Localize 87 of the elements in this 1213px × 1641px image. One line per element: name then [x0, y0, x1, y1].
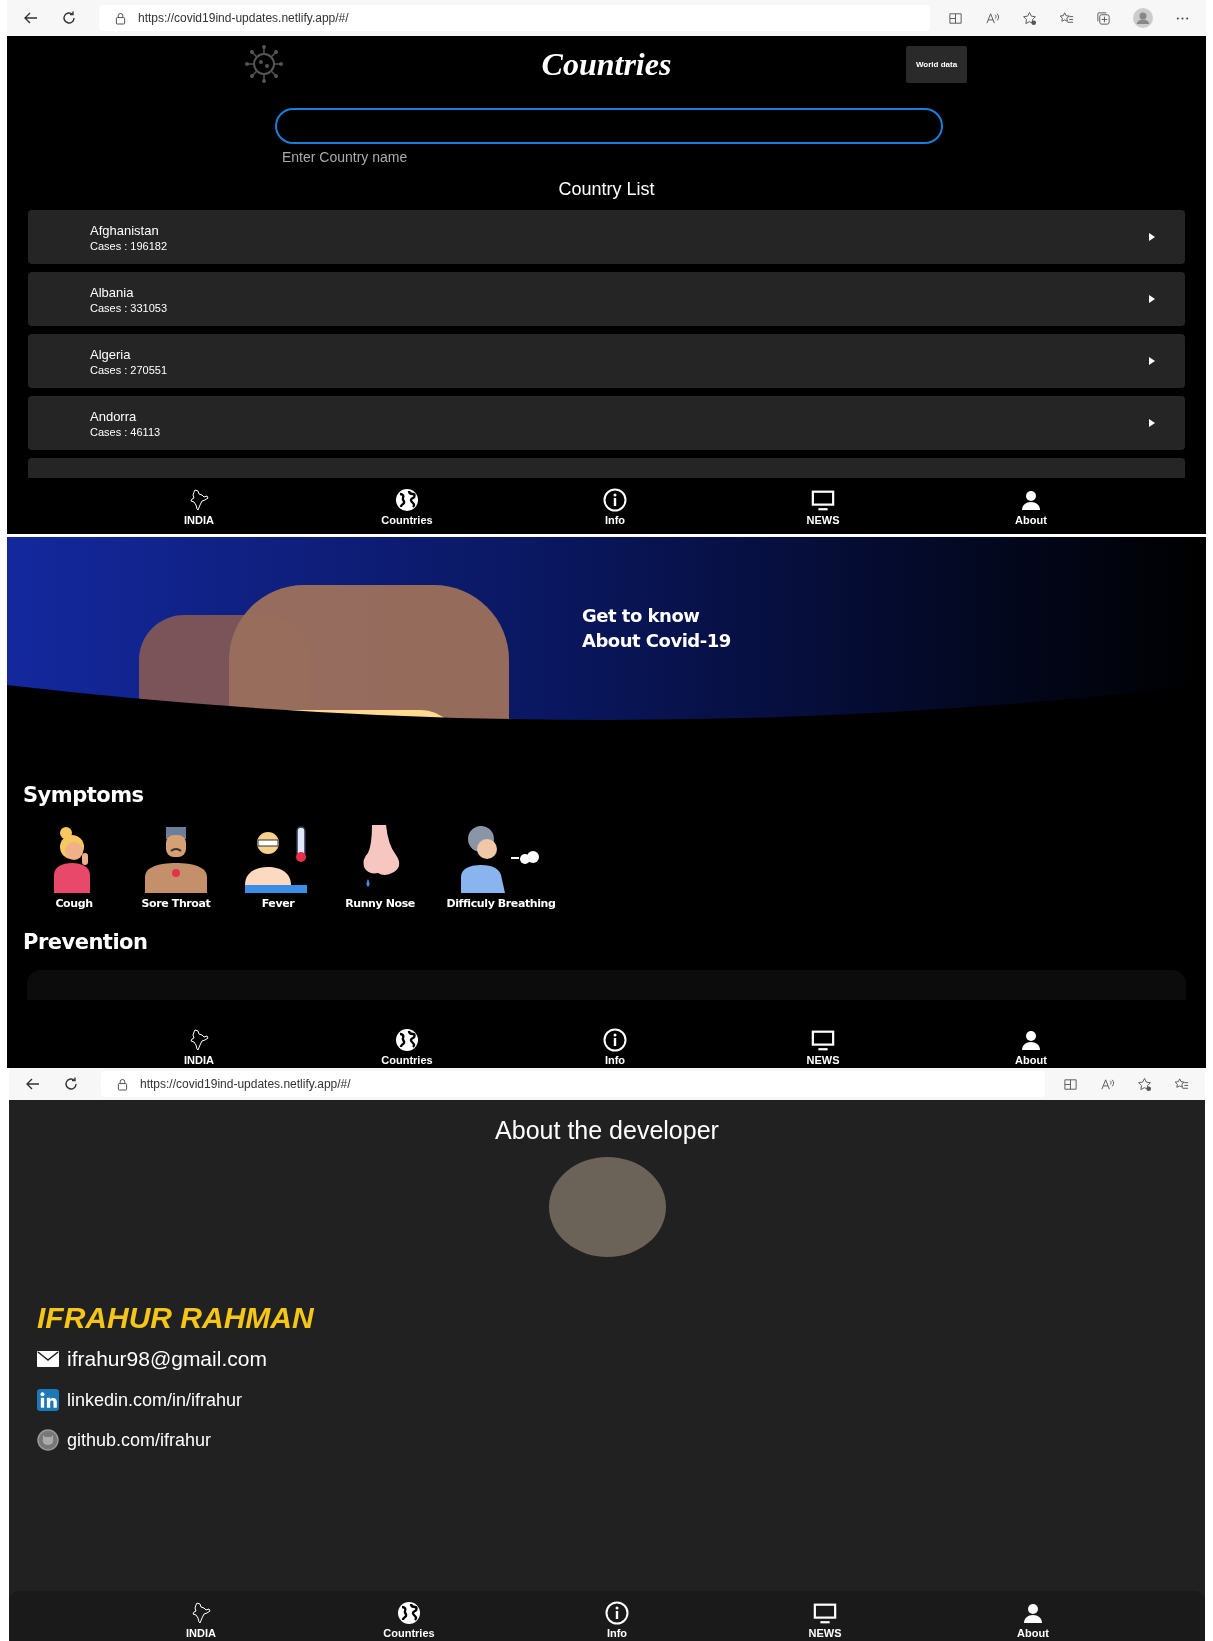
address-field[interactable]: https://covid19ind-updates.netlify.app/#/	[99, 5, 930, 31]
about-heading: About the developer	[494, 1116, 720, 1145]
nav-tab[interactable]: Info	[511, 1018, 719, 1068]
contact-link[interactable]: github.com/ifrahur	[67, 1429, 212, 1451]
country-row[interactable]: Algeria Cases : 270551	[28, 334, 1185, 388]
add-favorite-icon[interactable]	[1137, 1076, 1152, 1092]
nav-tab[interactable]: INDIA	[95, 478, 303, 528]
globe-icon	[395, 488, 419, 512]
caret-icon	[1149, 357, 1155, 365]
symptom-label: Runny Nose	[345, 897, 415, 910]
case-count: Cases : 270551	[90, 363, 168, 376]
nav-tab[interactable]: INDIA	[97, 1591, 305, 1641]
nav-tab[interactable]: About	[927, 1018, 1135, 1068]
person-icon	[1019, 488, 1043, 512]
nav-tab[interactable]: Info	[511, 478, 719, 528]
nav-tab[interactable]: NEWS	[721, 1591, 929, 1641]
nav-tab[interactable]: Info	[513, 1591, 721, 1641]
india-map-icon	[189, 1601, 213, 1625]
section-heading: Symptoms	[23, 783, 145, 807]
nav-tab[interactable]: About	[929, 1591, 1137, 1641]
refresh-icon[interactable]	[63, 1076, 79, 1092]
hero-heading: About Covid-19	[582, 630, 731, 651]
monitor-icon	[813, 1601, 837, 1625]
read-aloud-icon[interactable]	[985, 10, 1000, 26]
nav-tab[interactable]: NEWS	[719, 1018, 927, 1068]
symptom-label: Cough	[55, 897, 93, 910]
info-icon	[605, 1601, 629, 1625]
address-field[interactable]: https://covid19ind-updates.netlify.app/#/	[101, 1071, 1045, 1097]
back-icon[interactable]	[23, 10, 39, 26]
info-icon	[603, 1028, 627, 1052]
split-screen-icon[interactable]	[948, 10, 963, 26]
refresh-icon[interactable]	[61, 10, 77, 26]
case-count: Cases : 331053	[90, 301, 168, 314]
country-row[interactable]: Albania Cases : 331053	[28, 272, 1185, 326]
split-screen-icon[interactable]	[1063, 1076, 1078, 1092]
country-name: Albania	[90, 284, 135, 300]
country-row[interactable]: Afghanistan Cases : 196182	[28, 210, 1185, 264]
linkedin-logo-icon	[37, 1389, 59, 1411]
nav-tab[interactable]: NEWS	[719, 478, 927, 528]
globe-icon	[395, 1028, 419, 1052]
nav-tab[interactable]: Countries	[303, 478, 511, 528]
envelope-icon	[37, 1348, 59, 1370]
symptom-label: Difficuly Breathing	[446, 897, 556, 910]
world-data-button[interactable]: World data	[906, 45, 967, 83]
contact-link[interactable]: linkedin.com/in/ifrahur	[67, 1389, 243, 1411]
caret-icon	[1149, 295, 1155, 303]
caret-icon	[1149, 419, 1155, 427]
list-title: Country List	[557, 179, 656, 200]
country-name: Andorra	[90, 408, 138, 424]
lock-icon	[115, 11, 126, 25]
collections-icon[interactable]	[1096, 10, 1111, 26]
symptom-label: Fever	[261, 897, 295, 910]
add-favorite-icon[interactable]	[1022, 10, 1037, 26]
nav-tab[interactable]: About	[927, 478, 1135, 528]
india-map-icon	[187, 488, 211, 512]
lock-icon	[117, 1077, 128, 1091]
person-icon	[1019, 1028, 1043, 1052]
search-field[interactable]	[275, 108, 943, 144]
person-icon	[1021, 1601, 1045, 1625]
hero-heading: Get to know	[582, 605, 701, 626]
section-heading: Prevention	[23, 930, 149, 954]
contact-link[interactable]: ifrahur98@gmail.com	[67, 1347, 267, 1371]
case-count: Cases : 196182	[90, 239, 168, 252]
virus-icon	[244, 44, 284, 84]
symptom-label: Sore Throat	[141, 897, 211, 910]
info-icon	[603, 488, 627, 512]
case-count: Cases : 46113	[90, 425, 161, 438]
country-row[interactable]: Andorra Cases : 46113	[28, 396, 1185, 450]
nav-tab[interactable]: Countries	[305, 1591, 513, 1641]
monitor-icon	[811, 488, 835, 512]
nav-tab[interactable]: Countries	[303, 1018, 511, 1068]
page-title: Countries	[541, 45, 672, 83]
india-map-icon	[187, 1028, 211, 1052]
nav-tab[interactable]: INDIA	[95, 1018, 303, 1068]
search-label: Enter Country name	[282, 149, 409, 165]
read-aloud-icon[interactable]	[1100, 1076, 1115, 1092]
github-logo-icon	[37, 1429, 59, 1451]
globe-icon	[397, 1601, 421, 1625]
developer-name: IFRAHUR RAHMAN	[37, 1301, 315, 1335]
profile-avatar-icon[interactable]	[1133, 8, 1153, 28]
favorites-icon[interactable]	[1059, 10, 1074, 26]
caret-icon	[1149, 233, 1155, 241]
country-name: Afghanistan	[90, 222, 160, 238]
favorites-icon[interactable]	[1174, 1076, 1189, 1092]
country-name: Algeria	[90, 346, 132, 362]
back-icon[interactable]	[25, 1076, 41, 1092]
monitor-icon	[811, 1028, 835, 1052]
